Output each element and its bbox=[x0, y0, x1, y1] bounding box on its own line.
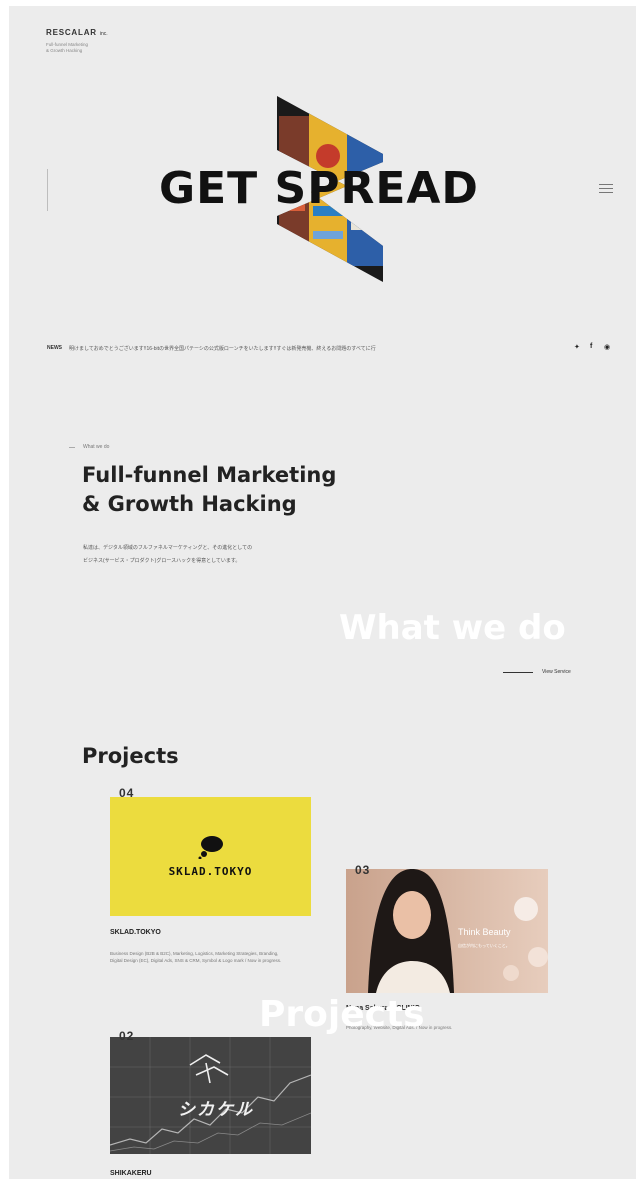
project-number: 02 bbox=[119, 1029, 135, 1043]
speech-bubble-icon bbox=[198, 836, 223, 859]
what-we-do-watermark: What we do bbox=[339, 608, 566, 648]
project-description: Business Design (B2B & B2C), Marketing, … bbox=[110, 950, 315, 964]
projects-title: Projects bbox=[82, 744, 179, 768]
view-service-line bbox=[503, 672, 533, 673]
what-we-do-desc-line2: ビジネス(サービス・プロダクト)グロースハックを得意としています。 bbox=[83, 558, 241, 564]
section-dash bbox=[69, 447, 75, 448]
sklad-logo-text: SKLAD.TOKYO bbox=[168, 865, 253, 878]
news-ticker[interactable]: 明けましておめでとうございます!!16-bitの世界全国パテーシの公式版ローンチ… bbox=[69, 345, 489, 352]
brand-logo[interactable]: RESCALAR inc. bbox=[46, 28, 108, 37]
brand-logo-text: RESCALAR bbox=[46, 28, 97, 37]
brand-tagline: Full-funnel Marketing & Growth Hacking bbox=[46, 42, 116, 54]
project-number: 03 bbox=[355, 863, 371, 877]
what-we-do-label: What we do bbox=[83, 444, 110, 450]
what-we-do-title-line2: & Growth Hacking bbox=[82, 492, 297, 516]
think-beauty-subtext: 自信が内にもっていくこと。 bbox=[458, 943, 510, 948]
what-we-do-title-line1: Full-funnel Marketing bbox=[82, 463, 337, 487]
view-service-link[interactable]: View Service bbox=[542, 669, 571, 675]
think-beauty-text: Think Beauty bbox=[458, 927, 511, 937]
project-desc-line1: Business Design (B2B & B2C), Marketing, … bbox=[110, 951, 279, 956]
twitter-icon[interactable]: ✦ bbox=[574, 343, 580, 351]
project-number: 04 bbox=[119, 786, 135, 800]
what-we-do-title: Full-funnel Marketing & Growth Hacking bbox=[82, 461, 382, 519]
project-image-nana-sakura[interactable]: Think Beauty 自信が内にもっていくこと。 bbox=[346, 869, 548, 993]
what-we-do-description: 私達は、デジタル領域のフルファネルマーケティングと、その進化としての ビジネス(… bbox=[83, 542, 343, 568]
what-we-do-desc-line1: 私達は、デジタル領域のフルファネルマーケティングと、その進化としての bbox=[83, 545, 253, 551]
hero-title: GET SPREAD bbox=[159, 163, 479, 214]
page-frame: RESCALAR inc. Full-funnel Marketing & Gr… bbox=[9, 6, 636, 1179]
facebook-icon[interactable]: f bbox=[590, 343, 592, 350]
projects-watermark: Projects bbox=[259, 994, 425, 1035]
project-desc-line2: Digital Design (EC), Digital Ads, SNS & … bbox=[110, 958, 282, 963]
project-image-shikakeru[interactable]: シカケル bbox=[110, 1037, 311, 1154]
shikakeru-logo-text: シカケル bbox=[178, 1100, 254, 1119]
portrait-photo bbox=[346, 869, 548, 993]
instagram-icon[interactable]: ◉ bbox=[604, 343, 610, 351]
project-image-sklad[interactable]: SKLAD.TOKYO bbox=[110, 797, 311, 916]
news-label: NEWS bbox=[47, 345, 62, 351]
project-name[interactable]: SKLAD.TOKYO bbox=[110, 929, 161, 936]
hamburger-menu-icon[interactable] bbox=[599, 184, 613, 194]
project-name[interactable]: SHIKAKERU bbox=[110, 1170, 152, 1177]
hero-divider bbox=[47, 169, 48, 211]
brand-logo-suffix: inc. bbox=[99, 31, 108, 37]
brand-tagline-line2: & Growth Hacking bbox=[46, 48, 83, 53]
